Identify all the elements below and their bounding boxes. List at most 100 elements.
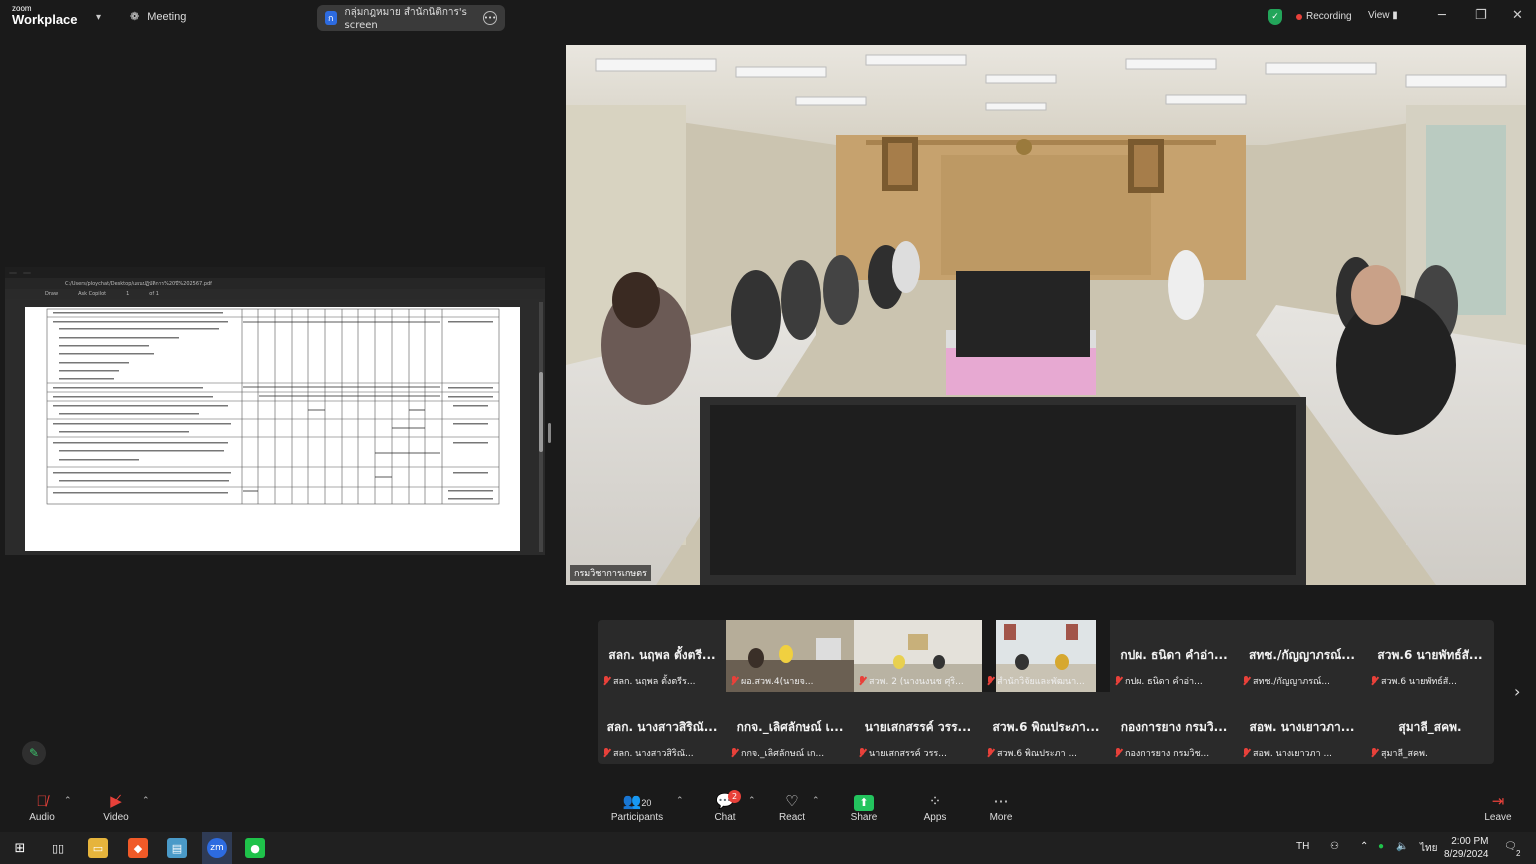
- participant-tile[interactable]: สวพ.6 นายพัทธ์สั... สวพ.6 นายพัทธ์สั...: [1366, 620, 1494, 692]
- pdf-scrollbar[interactable]: [539, 302, 543, 552]
- participant-video-tile[interactable]: สำนักวิจัยและพัฒนา...: [982, 620, 1110, 692]
- video-options-chevron-icon[interactable]: ⌃: [142, 796, 150, 806]
- user-accessibility-icon[interactable]: ⚇: [1330, 841, 1339, 852]
- restore-icon[interactable]: ❐: [1475, 8, 1487, 23]
- share-button[interactable]: ⬆ Share: [834, 792, 894, 823]
- participant-name-tag: กปผ. ธนิดา คำอ่า...: [1114, 674, 1203, 688]
- line-tray-icon[interactable]: ●: [1378, 841, 1384, 852]
- participant-tile[interactable]: กองการยาง กรมวิ... กองการยาง กรมวิช...: [1110, 692, 1238, 764]
- input-language[interactable]: TH: [1296, 841, 1309, 852]
- participant-name-small: นายเสกสรรค์ วรร...: [869, 749, 947, 759]
- participant-name-small: สำนักวิจัยและพัฒนา...: [997, 677, 1085, 687]
- participant-name-small: สลก. นางสาวสิริณั...: [613, 749, 694, 759]
- line-app-icon[interactable]: ●: [245, 838, 265, 858]
- participant-name-small: สวพ.6 พิณประภา ...: [997, 749, 1078, 759]
- view-button[interactable]: View ▮: [1368, 10, 1398, 21]
- more-button[interactable]: ⋯ More: [971, 792, 1031, 823]
- brand-big: Workplace: [12, 12, 78, 27]
- annotate-pen-icon[interactable]: ✎: [22, 741, 46, 765]
- participants-options-chevron-icon[interactable]: ⌃: [676, 796, 684, 806]
- grid-view-icon: ▮: [1392, 10, 1398, 21]
- participant-name-large: กองการยาง กรมวิ...: [1120, 720, 1228, 734]
- participant-video-tile[interactable]: ผอ.สวพ.4(นายจ...: [726, 620, 854, 692]
- apps-button[interactable]: ⁘ Apps: [905, 792, 965, 823]
- participant-name-large: สุมาลี_สคพ.: [1398, 720, 1462, 734]
- mic-muted-icon: [986, 676, 994, 686]
- brave-browser-icon[interactable]: ◆: [128, 838, 148, 858]
- security-shield-icon[interactable]: ✓: [1268, 9, 1282, 25]
- more-options-icon[interactable]: •••: [483, 11, 497, 25]
- participant-tile[interactable]: สลก. นางสาวสิริณั... สลก. นางสาวสิริณั..…: [598, 692, 726, 764]
- speaker-name-label: กรมวิชาการเกษตร: [570, 565, 651, 581]
- participants-button[interactable]: 👥20 Participants: [607, 792, 667, 823]
- system-clock[interactable]: 2:00 PM 8/29/2024: [1444, 835, 1489, 861]
- more-label: More: [989, 812, 1013, 823]
- participant-tile[interactable]: สวพ.6 พิณประภา... สวพ.6 พิณประภา ...: [982, 692, 1110, 764]
- participant-tile[interactable]: สลก. นฤพล ตั้งตรี... สลก. นฤพล ตั้งตรีร.…: [598, 620, 726, 692]
- document-table: [46, 308, 500, 505]
- browser-tab: [23, 271, 31, 274]
- ime-indicator[interactable]: ไทย: [1420, 841, 1437, 856]
- view-label: View: [1368, 10, 1390, 21]
- windows-start-icon[interactable]: ⊞: [10, 838, 30, 858]
- participant-name-tag: สำนักวิจัยและพัฒนา...: [986, 674, 1085, 688]
- minimize-icon[interactable]: ─: [1438, 8, 1446, 23]
- chat-icon: 💬: [715, 793, 735, 810]
- active-speaker-video[interactable]: กรมวิชาการเกษตร: [566, 45, 1526, 585]
- mic-muted-icon: [730, 676, 738, 686]
- screen-share-label: กลุ่มกฎหมาย สำนักนิติการ's screen: [344, 7, 467, 31]
- participant-name-small: สทช./กัญญาภรณ์...: [1253, 677, 1330, 687]
- show-hidden-icons-chevron-icon[interactable]: ⌃: [1360, 841, 1368, 852]
- notifications-icon[interactable]: 🗨: [1504, 841, 1517, 852]
- participant-tile[interactable]: สอพ. นางเยาวภา... สอพ. นางเยาวภา ...: [1238, 692, 1366, 764]
- participants-icon: 👥20: [622, 793, 652, 810]
- leave-button[interactable]: ⇥ Leave: [1468, 792, 1528, 823]
- browser-tab: [9, 271, 17, 274]
- participant-name-tag: นายเสกสรรค์ วรร...: [858, 746, 947, 760]
- browser-address-bar: C:/Users/ploychat/Desktop/แผนปฏิบัติการ%…: [5, 278, 545, 289]
- chat-options-chevron-icon[interactable]: ⌃: [748, 796, 756, 806]
- recording-indicator[interactable]: Recording: [1296, 11, 1352, 22]
- mic-muted-icon: [602, 676, 610, 686]
- mic-muted-icon: [602, 748, 610, 758]
- mic-muted-icon: [1114, 676, 1122, 686]
- participant-tile[interactable]: นายเสกสรรค์ วรร... นายเสกสรรค์ วรร...: [854, 692, 982, 764]
- meeting-controls: 🎙̸ Audio ⌃ ▶̸ Video ⌃ 👥20 Participants ⌃…: [0, 784, 1536, 832]
- video-button[interactable]: ▶̸ Video: [86, 792, 146, 823]
- participant-video-tile[interactable]: สวพ. 2 (นางนงนช ศุริ...: [854, 620, 982, 692]
- chat-button[interactable]: 💬 Chat: [695, 792, 755, 823]
- task-view-icon[interactable]: ▯▯: [48, 838, 68, 858]
- participant-tile[interactable]: กปผ. ธนิดา คำอ่า... กปผ. ธนิดา คำอ่า...: [1110, 620, 1238, 692]
- participant-tile[interactable]: สทช./กัญญาภรณ์... สทช./กัญญาภรณ์...: [1238, 620, 1366, 692]
- file-explorer-icon[interactable]: ▭: [88, 838, 108, 858]
- screen-share-indicator[interactable]: ก กลุ่มกฎหมาย สำนักนิติการ's screen •••: [317, 5, 505, 31]
- split-resize-handle[interactable]: [548, 423, 551, 443]
- participant-tile[interactable]: สุมาลี_สคพ. สุมาลี_สคพ.: [1366, 692, 1494, 764]
- pdf-tool: Ask Copilot: [78, 291, 107, 297]
- react-options-chevron-icon[interactable]: ⌃: [812, 796, 820, 806]
- chevron-down-icon[interactable]: ▾: [96, 12, 101, 23]
- participant-name-large: กปผ. ธนิดา คำอ่า...: [1120, 648, 1228, 662]
- participant-name-large: สวพ.6 นายพัทธ์สั...: [1377, 648, 1483, 662]
- meeting-button[interactable]: ❁ Meeting: [130, 10, 186, 24]
- participant-name-tag: สวพ.6 พิณประภา ...: [986, 746, 1077, 760]
- participant-name-large: สทช./กัญญาภรณ์...: [1249, 648, 1355, 662]
- shared-screen: C:/Users/ploychat/Desktop/แผนปฏิบัติการ%…: [5, 267, 545, 555]
- scroll-thumb[interactable]: [539, 372, 543, 452]
- audio-options-chevron-icon[interactable]: ⌃: [64, 796, 72, 806]
- gallery-next-page-icon[interactable]: ›: [1514, 682, 1520, 701]
- close-icon[interactable]: ✕: [1512, 8, 1523, 23]
- participant-tile[interactable]: กกจ._เลิศลักษณ์ เ... กกจ._เลิศลักษณ์ เก.…: [726, 692, 854, 764]
- audio-button[interactable]: 🎙̸ Audio: [12, 792, 72, 823]
- participant-name-large: กกจ._เลิศลักษณ์ เ...: [736, 720, 844, 734]
- speaker-icon[interactable]: 🔈: [1396, 841, 1408, 852]
- participant-name-small: กกจ._เลิศลักษณ์ เก...: [741, 749, 825, 759]
- zoom-taskbar-icon[interactable]: zm: [202, 832, 232, 864]
- participant-name-tag: สวพ. 2 (นางนงนช ศุริ...: [858, 674, 964, 688]
- address-text: C:/Users/ploychat/Desktop/แผนปฏิบัติการ%…: [65, 280, 212, 287]
- notepad-icon[interactable]: ▤: [167, 838, 187, 858]
- paw-icon: ❁: [130, 11, 140, 23]
- mic-muted-icon: [858, 676, 866, 686]
- participant-name-large: นายเสกสรรค์ วรร...: [864, 720, 972, 734]
- recording-label: Recording: [1306, 11, 1352, 22]
